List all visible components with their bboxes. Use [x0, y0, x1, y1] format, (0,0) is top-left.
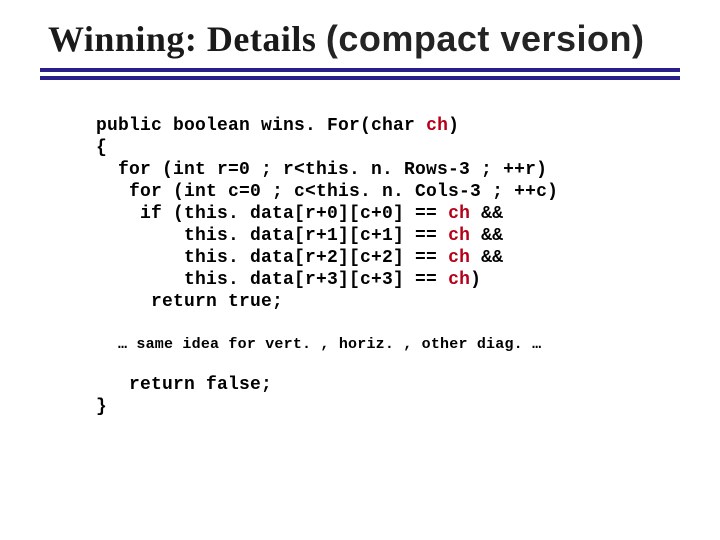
underline-bar-bottom	[40, 76, 680, 80]
slide: Winning: Details (compact version) publi…	[0, 0, 720, 540]
code-line-3: for (int r=0 ; r<this. n. Rows-3 ; ++r)	[96, 160, 547, 180]
code-line-1-highlight: ch	[426, 116, 448, 136]
code-line-4: for (int c=0 ; c<this. n. Cols-3 ; ++c)	[96, 182, 558, 202]
code-line-6a: this. data[r+1][c+1] ==	[96, 226, 448, 246]
code-line-5-highlight: ch	[448, 204, 470, 224]
code-line-10: return false;	[96, 375, 272, 395]
title-left: Winning: Details	[48, 19, 316, 59]
code-line-5c: &&	[470, 204, 503, 224]
code-line-6-highlight: ch	[448, 226, 470, 246]
code-line-8a: this. data[r+3][c+3] ==	[96, 270, 448, 290]
code-line-1c: )	[448, 116, 459, 136]
code-block: public boolean wins. For(char ch) { for …	[96, 116, 680, 314]
code-line-7c: &&	[470, 248, 503, 268]
code-line-9: return true;	[96, 292, 283, 312]
code-line-6c: &&	[470, 226, 503, 246]
slide-title: Winning: Details (compact version)	[48, 18, 680, 60]
code-line-8c: )	[470, 270, 481, 290]
inline-note: … same idea for vert. , horiz. , other d…	[118, 336, 680, 353]
code-line-7-highlight: ch	[448, 248, 470, 268]
code-line-11: }	[96, 397, 107, 417]
code-line-5a: if (this. data[r+0][c+0] ==	[96, 204, 448, 224]
title-underline	[40, 68, 680, 80]
underline-bar-top	[40, 68, 680, 72]
title-right: (compact version)	[326, 18, 645, 59]
code-block-tail: return false; }	[96, 375, 680, 419]
code-line-2: {	[96, 138, 107, 158]
code-line-7a: this. data[r+2][c+2] ==	[96, 248, 448, 268]
code-line-8-highlight: ch	[448, 270, 470, 290]
code-line-1a: public boolean wins. For(char	[96, 116, 426, 136]
